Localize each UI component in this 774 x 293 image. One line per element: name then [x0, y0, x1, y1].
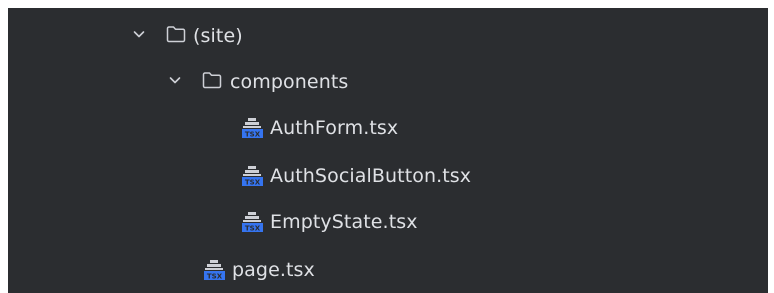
tree-item-label: EmptyState.tsx	[270, 211, 418, 233]
folder-icon	[202, 72, 222, 89]
chevron-down-icon[interactable]	[132, 27, 146, 41]
chevron-down-icon[interactable]	[168, 73, 182, 87]
tree-file-emptystate[interactable]: TSX EmptyState.tsx	[8, 200, 768, 244]
tree-folder-components[interactable]: components	[8, 60, 768, 104]
svg-text:TSX: TSX	[207, 273, 223, 281]
tree-file-authform[interactable]: TSX AuthForm.tsx	[8, 106, 768, 150]
tree-file-page[interactable]: TSX page.tsx	[8, 248, 768, 292]
svg-text:TSX: TSX	[245, 179, 261, 187]
tree-item-label: AuthForm.tsx	[270, 117, 399, 139]
tsx-file-icon: TSX	[242, 166, 263, 187]
project-tree-panel: (site) components TSX AuthForm.tsx TSX A…	[8, 8, 768, 293]
tsx-file-icon: TSX	[204, 260, 225, 281]
folder-icon	[166, 26, 186, 43]
tree-file-authsocialbutton[interactable]: TSX AuthSocialButton.tsx	[8, 154, 768, 198]
tsx-file-icon: TSX	[242, 118, 263, 139]
tree-folder-site[interactable]: (site)	[8, 14, 768, 58]
tree-item-label: AuthSocialButton.tsx	[270, 165, 472, 187]
tree-item-label: (site)	[193, 25, 243, 47]
tsx-file-icon: TSX	[242, 212, 263, 233]
tree-item-label: components	[230, 71, 349, 93]
svg-text:TSX: TSX	[245, 225, 261, 233]
tree-item-label: page.tsx	[232, 259, 315, 281]
svg-text:TSX: TSX	[245, 131, 261, 139]
